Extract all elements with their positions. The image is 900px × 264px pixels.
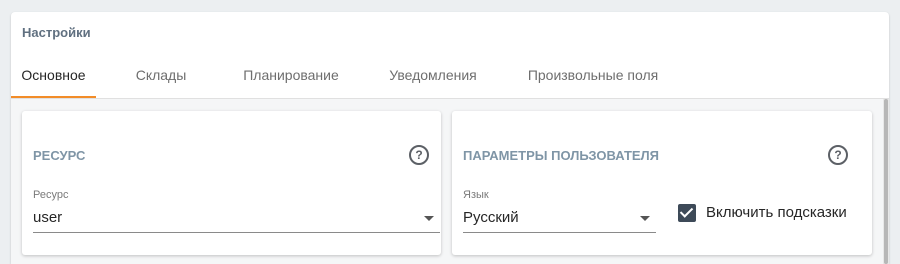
tab-notifications[interactable]: Уведомления <box>373 56 493 98</box>
tab-custom-fields[interactable]: Произвольные поля <box>513 56 673 98</box>
chevron-down-icon <box>640 216 650 221</box>
user-params-card-title: ПАРАМЕТРЫ ПОЛЬЗОВАТЕЛЯ <box>463 148 660 163</box>
panel-title: Настройки <box>22 25 91 40</box>
resource-select[interactable]: user <box>33 205 440 233</box>
settings-panel: Настройки Основное Склады Планирование У… <box>11 12 889 264</box>
question-circle-icon[interactable]: ? <box>409 145 429 165</box>
tab-planning[interactable]: Планирование <box>229 56 353 98</box>
tab-bar: Основное Склады Планирование Уведомления… <box>11 56 889 98</box>
question-circle-icon[interactable]: ? <box>828 145 848 165</box>
language-select[interactable]: Русский <box>463 205 656 233</box>
language-field-label: Язык <box>463 189 489 201</box>
chevron-down-icon <box>424 216 434 221</box>
language-select-value: Русский <box>463 209 519 226</box>
resource-card-title: РЕСУРС <box>33 148 86 163</box>
resource-field-label: Ресурс <box>33 189 69 201</box>
hints-checkbox-label: Включить подсказки <box>706 204 847 221</box>
tab-content: РЕСУРС ? Ресурс user ПАРАМЕТРЫ ПОЛЬЗОВАТ… <box>11 99 889 264</box>
resource-card: РЕСУРС ? Ресурс user <box>22 111 441 255</box>
tab-general[interactable]: Основное <box>11 56 96 98</box>
checkbox-checked-icon[interactable] <box>678 204 696 222</box>
user-params-card: ПАРАМЕТРЫ ПОЛЬЗОВАТЕЛЯ ? Язык Русский Вк… <box>452 111 872 255</box>
tab-warehouses[interactable]: Склады <box>124 56 198 98</box>
scrollbar-thumb[interactable] <box>884 99 888 264</box>
resource-select-value: user <box>33 209 63 226</box>
hints-checkbox[interactable]: Включить подсказки <box>678 201 868 227</box>
scrollbar[interactable] <box>883 99 889 264</box>
